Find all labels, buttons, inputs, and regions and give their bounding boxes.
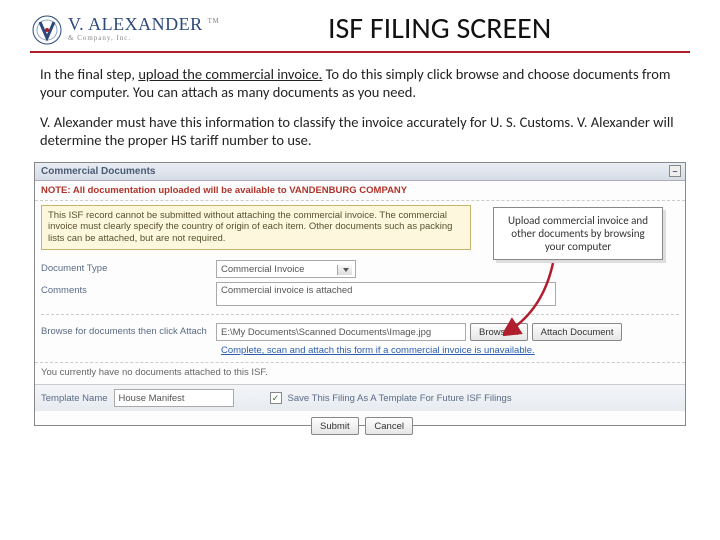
app-screenshot: Commercial Documents – NOTE: All documen… bbox=[34, 162, 686, 426]
submit-bar: Submit Cancel bbox=[35, 411, 685, 437]
instruction-block: In the final step, upload the commercial… bbox=[0, 59, 720, 150]
instruction-paragraph-2: V. Alexander must have this information … bbox=[40, 113, 680, 149]
comments-label: Comments bbox=[41, 282, 216, 296]
comments-row: Comments Commercial invoice is attached bbox=[41, 280, 679, 308]
save-template-label: Save This Filing As A Template For Futur… bbox=[288, 393, 512, 404]
note-line: NOTE: All documentation uploaded will be… bbox=[35, 181, 685, 201]
logo-sub-text: & Company, Inc. bbox=[68, 35, 219, 42]
warning-box: This ISF record cannot be submitted with… bbox=[41, 205, 471, 251]
logo-tm: TM bbox=[208, 17, 220, 25]
doc-type-value: Commercial Invoice bbox=[221, 264, 304, 275]
form-area: Document Type Commercial Invoice Comment… bbox=[35, 256, 685, 362]
chevron-down-icon bbox=[343, 268, 349, 272]
page-title: ISF FILING SCREEN bbox=[219, 10, 660, 47]
doc-type-select[interactable]: Commercial Invoice bbox=[216, 260, 356, 278]
company-logo: V. ALEXANDER TM & Company, Inc. bbox=[30, 12, 219, 46]
fallback-form-link[interactable]: Complete, scan and attach this form if a… bbox=[41, 343, 679, 360]
p1a: In the final step, bbox=[40, 65, 138, 83]
browse-button[interactable]: Browse... bbox=[470, 323, 528, 341]
attachments-status: You currently have no documents attached… bbox=[35, 362, 685, 384]
divider bbox=[41, 314, 679, 315]
logo-main-text: V. ALEXANDER bbox=[68, 14, 203, 34]
browse-label: Browse for documents then click Attach bbox=[41, 323, 216, 337]
doc-type-row: Document Type Commercial Invoice bbox=[41, 258, 679, 280]
title-underline bbox=[30, 51, 690, 53]
collapse-button[interactable]: – bbox=[669, 165, 681, 177]
p1b: upload the commercial invoice. bbox=[138, 65, 322, 83]
submit-button[interactable]: Submit bbox=[311, 417, 359, 435]
callout-box: Upload commercial invoice and other docu… bbox=[493, 207, 663, 260]
template-label: Template Name bbox=[41, 393, 108, 404]
logo-mark-icon bbox=[30, 12, 64, 46]
panel-header: Commercial Documents – bbox=[35, 163, 685, 181]
instruction-paragraph-1: In the final step, upload the commercial… bbox=[40, 65, 680, 101]
browse-row: Browse for documents then click Attach E… bbox=[41, 321, 679, 343]
panel-header-label: Commercial Documents bbox=[41, 166, 155, 177]
doc-type-label: Document Type bbox=[41, 260, 216, 274]
cancel-button[interactable]: Cancel bbox=[365, 417, 413, 435]
save-template-checkbox[interactable]: ✓ bbox=[270, 392, 282, 404]
template-name-input[interactable]: House Manifest bbox=[114, 389, 234, 407]
attach-button[interactable]: Attach Document bbox=[532, 323, 623, 341]
comments-input[interactable]: Commercial invoice is attached bbox=[216, 282, 556, 306]
file-path-input[interactable]: E:\My Documents\Scanned Documents\Image.… bbox=[216, 323, 466, 341]
template-bar: Template Name House Manifest ✓ Save This… bbox=[35, 384, 685, 411]
